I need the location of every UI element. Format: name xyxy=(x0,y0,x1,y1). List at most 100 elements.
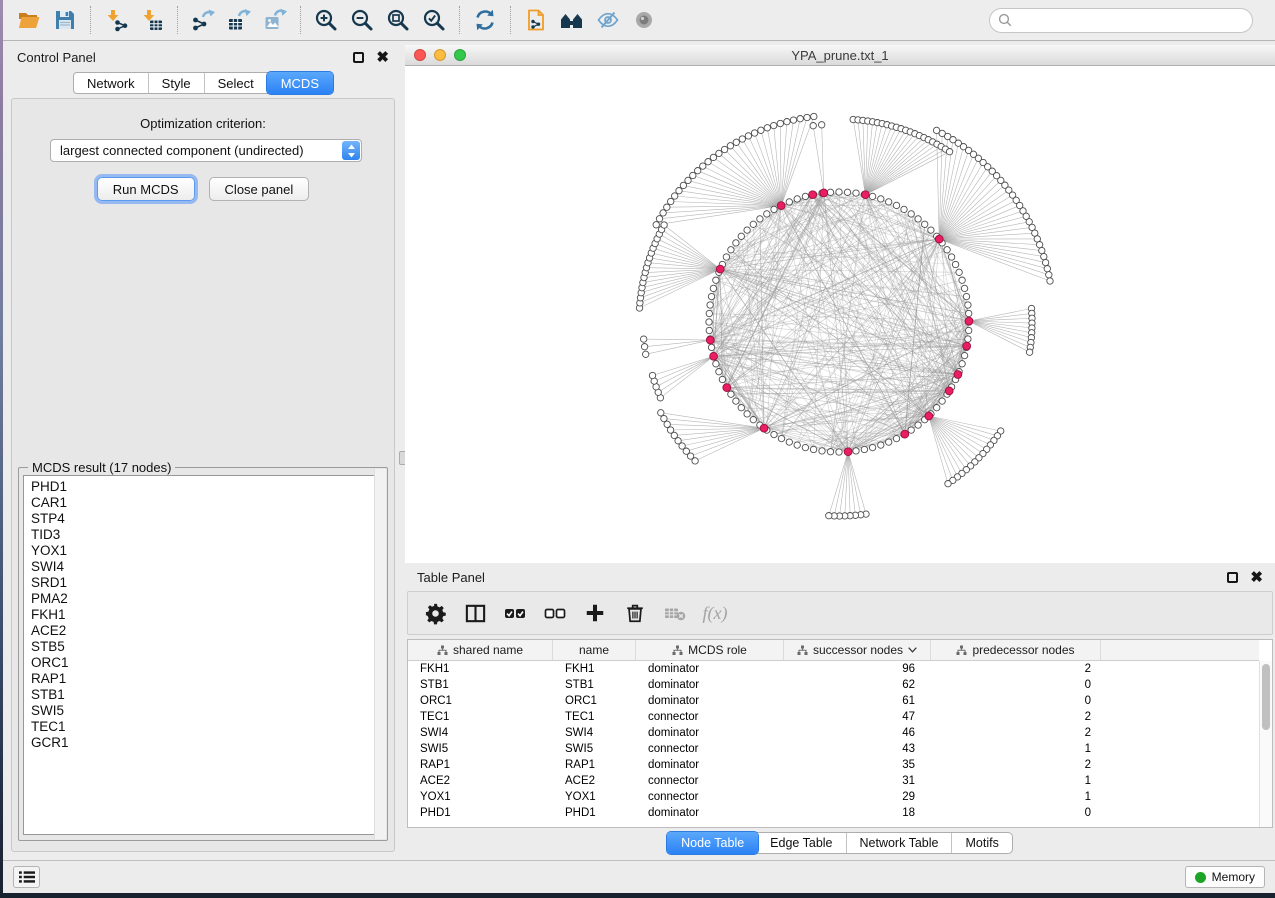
mcds-result-item[interactable]: PMA2 xyxy=(24,591,382,607)
tab-network-table[interactable]: Network Table xyxy=(847,833,953,853)
tab-style[interactable]: Style xyxy=(149,73,205,93)
graph-nodes[interactable] xyxy=(636,113,1053,519)
table-cell: SWI4 xyxy=(553,727,636,739)
close-panel-button-secondary[interactable]: Close panel xyxy=(209,177,310,201)
close-panel-button[interactable]: ✖ xyxy=(376,52,389,63)
column-header-label: name xyxy=(579,643,609,657)
table-row[interactable]: RAP1RAP1dominator352 xyxy=(408,757,1259,773)
mcds-result-item[interactable]: TID3 xyxy=(24,527,382,543)
save-session-button[interactable] xyxy=(47,3,83,37)
split-columns-icon xyxy=(464,602,487,625)
criterion-select[interactable]: largest connected component (undirected) xyxy=(50,139,362,162)
run-mcds-button[interactable]: Run MCDS xyxy=(97,177,195,201)
table-cell: 18 xyxy=(784,807,931,819)
network-document-button[interactable] xyxy=(518,3,554,37)
table-row[interactable]: ACE2ACE2connector311 xyxy=(408,773,1259,789)
column-header-label: MCDS role xyxy=(688,643,747,657)
export-network-button[interactable] xyxy=(185,3,221,37)
table-row[interactable]: PHD1PHD1dominator180 xyxy=(408,805,1259,821)
tab-motifs[interactable]: Motifs xyxy=(952,833,1011,853)
table-cell: ORC1 xyxy=(553,695,636,707)
network-window-titlebar[interactable]: YPA_prune.txt_1 xyxy=(405,45,1275,66)
mcds-result-item[interactable]: STB1 xyxy=(24,687,382,703)
mcds-result-item[interactable]: SWI4 xyxy=(24,559,382,575)
mcds-result-item[interactable]: GCR1 xyxy=(24,735,382,751)
mcds-result-item[interactable]: YOX1 xyxy=(24,543,382,559)
mcds-result-item[interactable]: FKH1 xyxy=(24,607,382,623)
network-canvas[interactable] xyxy=(405,66,1275,563)
import-table-button[interactable] xyxy=(134,3,170,37)
select-all-rows-button[interactable] xyxy=(500,598,530,628)
table-row[interactable]: SWI4SWI4dominator462 xyxy=(408,725,1259,741)
column-header-label: predecessor nodes xyxy=(972,643,1074,657)
mcds-result-item[interactable]: ORC1 xyxy=(24,655,382,671)
toggle-panel-split-button[interactable] xyxy=(460,598,490,628)
tab-network[interactable]: Network xyxy=(74,73,149,93)
task-history-button[interactable] xyxy=(13,866,40,888)
column-header-successor-nodes[interactable]: successor nodes xyxy=(784,640,931,660)
column-header-name[interactable]: name xyxy=(553,640,636,660)
table-row[interactable]: SWI5SWI5connector431 xyxy=(408,741,1259,757)
mcds-result-item[interactable]: ACE2 xyxy=(24,623,382,639)
delete-columns-button[interactable] xyxy=(620,598,650,628)
tab-edge-table[interactable]: Edge Table xyxy=(757,833,846,853)
function-builder-button[interactable]: f(x) xyxy=(700,598,730,628)
table-scrollbar[interactable] xyxy=(1259,661,1272,827)
zoom-in-button[interactable] xyxy=(308,3,344,37)
column-header-mcds-role[interactable]: MCDS role xyxy=(636,640,784,660)
mcds-result-list[interactable]: PHD1CAR1STP4TID3YOX1SWI4SRD1PMA2FKH1ACE2… xyxy=(23,475,383,835)
table-cell: YOX1 xyxy=(408,791,553,803)
mcds-result-item[interactable]: STP4 xyxy=(24,511,382,527)
search-input[interactable] xyxy=(989,8,1253,33)
zoom-fit-button[interactable] xyxy=(380,3,416,37)
tab-node-table[interactable]: Node Table xyxy=(667,832,758,854)
deselect-all-rows-button[interactable] xyxy=(540,598,570,628)
network-graph[interactable] xyxy=(405,66,1275,563)
float-panel-button[interactable] xyxy=(353,52,364,63)
mcds-result-item[interactable]: PHD1 xyxy=(24,479,382,495)
export-network-icon xyxy=(191,8,215,32)
table-settings-button[interactable] xyxy=(420,598,450,628)
search-field xyxy=(989,8,1253,33)
table-row[interactable]: FKH1FKH1dominator962 xyxy=(408,661,1259,677)
export-image-button[interactable] xyxy=(257,3,293,37)
hide-selected-button[interactable] xyxy=(590,3,626,37)
column-header-shared-name[interactable]: shared name xyxy=(408,640,553,660)
add-column-button[interactable] xyxy=(580,598,610,628)
table-row[interactable]: ORC1ORC1dominator610 xyxy=(408,693,1259,709)
table-row[interactable]: TEC1TEC1connector472 xyxy=(408,709,1259,725)
zoom-selected-button[interactable] xyxy=(416,3,452,37)
mcds-result-item[interactable]: SRD1 xyxy=(24,575,382,591)
table-row[interactable]: YOX1YOX1connector291 xyxy=(408,789,1259,805)
show-all-button[interactable] xyxy=(626,3,662,37)
open-file-button[interactable] xyxy=(11,3,47,37)
table-scrollbar-thumb[interactable] xyxy=(1262,664,1270,730)
mcds-result-item[interactable]: RAP1 xyxy=(24,671,382,687)
import-network-button[interactable] xyxy=(98,3,134,37)
table-cell: connector xyxy=(636,711,784,723)
tab-select[interactable]: Select xyxy=(205,73,268,93)
float-table-panel-button[interactable] xyxy=(1227,572,1238,583)
column-header-predecessor-nodes[interactable]: predecessor nodes xyxy=(931,640,1101,660)
export-table-button[interactable] xyxy=(221,3,257,37)
mcds-result-item[interactable]: CAR1 xyxy=(24,495,382,511)
mcds-list-scrollbar[interactable] xyxy=(374,469,386,839)
close-table-panel-button[interactable]: ✖ xyxy=(1250,572,1263,583)
mcds-result-item[interactable]: SWI5 xyxy=(24,703,382,719)
delete-table-button[interactable] xyxy=(660,598,690,628)
table-tabs: Node TableEdge TableNetwork TableMotifs xyxy=(405,832,1275,855)
table-cell: dominator xyxy=(636,695,784,707)
first-neighbors-button[interactable] xyxy=(554,3,590,37)
save-floppy-icon xyxy=(53,8,77,32)
control-panel-tabs: NetworkStyleSelectMCDS xyxy=(5,72,401,96)
zoom-out-button[interactable] xyxy=(344,3,380,37)
tab-mcds[interactable]: MCDS xyxy=(267,72,333,94)
cytoscape-window: Control Panel ✖ NetworkStyleSelectMCDS O… xyxy=(3,0,1275,893)
memory-button[interactable]: Memory xyxy=(1185,866,1265,888)
graph-edges xyxy=(640,117,1051,517)
mcds-result-item[interactable]: TEC1 xyxy=(24,719,382,735)
refresh-view-button[interactable] xyxy=(467,3,503,37)
toolbar-separator xyxy=(177,6,178,34)
table-row[interactable]: STB1STB1dominator620 xyxy=(408,677,1259,693)
mcds-result-item[interactable]: STB5 xyxy=(24,639,382,655)
